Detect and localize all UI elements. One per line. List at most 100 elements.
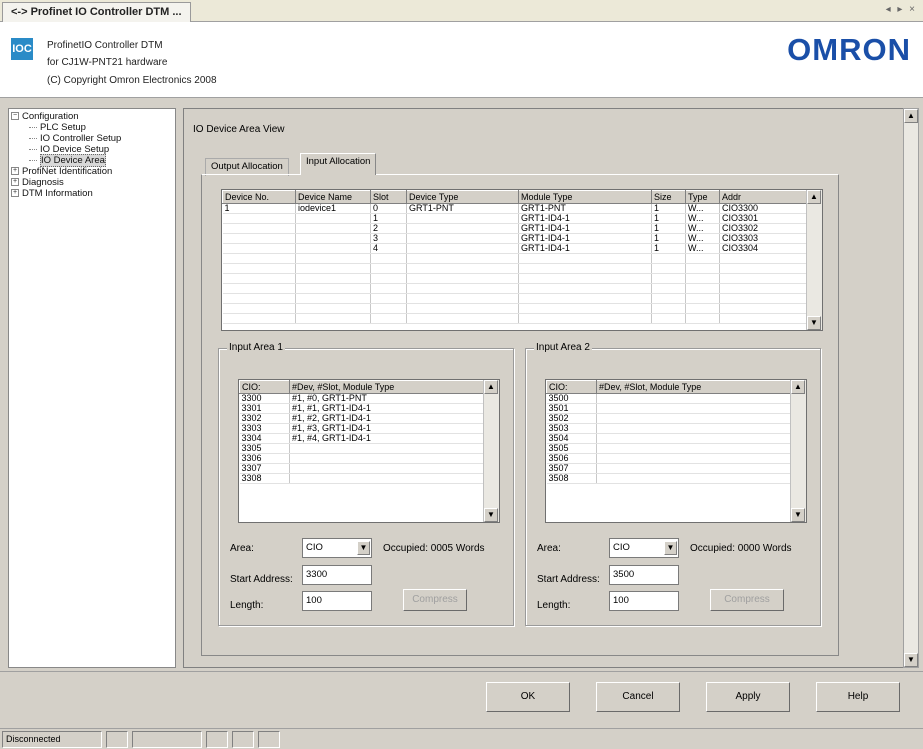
- table-cell: [406, 213, 519, 224]
- scroll-up-icon[interactable]: ▲: [484, 380, 498, 394]
- window-controls[interactable]: ◂ ▸ ×: [886, 4, 917, 15]
- table-row[interactable]: [222, 273, 809, 284]
- table-cell: 1: [651, 233, 686, 244]
- column-header[interactable]: #Dev, #Slot, Module Type: [596, 380, 793, 394]
- scroll-up-icon[interactable]: ▲: [904, 109, 918, 123]
- tree-item-io-device-area[interactable]: IO Device Area: [11, 154, 175, 167]
- table-row[interactable]: 4 GRT1-ID4-1 1 W... CIO3304: [222, 243, 809, 254]
- table-cell: 1: [651, 223, 686, 234]
- table-cell: 3: [370, 233, 407, 244]
- table-row[interactable]: 1 GRT1-ID4-1 1 W... CIO3301: [222, 213, 809, 224]
- tree-item-io-controller-setup[interactable]: IO Controller Setup: [11, 133, 175, 144]
- expand-icon[interactable]: +: [11, 167, 19, 176]
- start-address-label: Start Address:: [230, 574, 293, 585]
- scroll-up-icon[interactable]: ▲: [791, 380, 805, 394]
- table-cell: 3300: [239, 393, 290, 404]
- column-header[interactable]: CIO:: [239, 380, 290, 394]
- table-cell: [685, 273, 720, 284]
- table-row[interactable]: 3304 #1, #4, GRT1-ID4-1: [239, 433, 486, 444]
- table-scrollbar[interactable]: ▲ ▼: [806, 190, 822, 330]
- navigation-tree: − Configuration PLC Setup IO Controller S…: [8, 108, 176, 668]
- scroll-down-icon[interactable]: ▼: [791, 508, 805, 522]
- area-select[interactable]: CIO ▼: [302, 538, 372, 558]
- table-cell: 3301: [239, 403, 290, 414]
- compress-button[interactable]: Compress: [403, 589, 467, 611]
- table-row[interactable]: 3308: [239, 473, 486, 484]
- column-header[interactable]: Device No.: [222, 190, 296, 204]
- expand-icon[interactable]: +: [11, 189, 19, 198]
- column-header[interactable]: Size: [651, 190, 686, 204]
- area-select[interactable]: CIO ▼: [609, 538, 679, 558]
- table-row[interactable]: 3508: [546, 473, 793, 484]
- chevron-down-icon[interactable]: ▼: [664, 541, 677, 555]
- collapse-icon[interactable]: −: [11, 112, 19, 121]
- column-header[interactable]: Slot: [370, 190, 407, 204]
- tab-input-allocation[interactable]: Input Allocation: [300, 153, 377, 175]
- table-row[interactable]: 3504: [546, 433, 793, 444]
- table-row[interactable]: 3507: [546, 463, 793, 474]
- start-address-input[interactable]: 3500: [609, 565, 679, 585]
- cancel-button[interactable]: Cancel: [596, 682, 680, 712]
- scroll-down-icon[interactable]: ▼: [807, 316, 821, 330]
- table-row[interactable]: 3307: [239, 463, 486, 474]
- table-row[interactable]: 3306: [239, 453, 486, 464]
- column-header[interactable]: CIO:: [546, 380, 597, 394]
- table-row[interactable]: 3502: [546, 413, 793, 424]
- table-row[interactable]: [222, 263, 809, 274]
- table-row[interactable]: 3303 #1, #3, GRT1-ID4-1: [239, 423, 486, 434]
- table-row[interactable]: [222, 283, 809, 294]
- table-row[interactable]: [222, 313, 809, 324]
- table-row[interactable]: [222, 303, 809, 314]
- table-cell: [518, 283, 652, 294]
- expand-icon[interactable]: +: [11, 178, 19, 187]
- table-cell: 3305: [239, 443, 290, 454]
- table-row[interactable]: 3305: [239, 443, 486, 454]
- tree-item-plc-setup[interactable]: PLC Setup: [11, 122, 175, 133]
- table-row[interactable]: 3300 #1, #0, GRT1-PNT: [239, 393, 486, 404]
- table-cell: W...: [685, 243, 720, 254]
- column-header[interactable]: Device Type: [406, 190, 519, 204]
- list-scrollbar[interactable]: ▲ ▼: [790, 380, 806, 522]
- tree-item-dtm-information[interactable]: + DTM Information: [11, 188, 175, 199]
- tree-item-configuration[interactable]: − Configuration: [11, 111, 175, 122]
- tree-item-profinet-identification[interactable]: + ProfiNet Identification: [11, 166, 175, 177]
- table-row[interactable]: 3302 #1, #2, GRT1-ID4-1: [239, 413, 486, 424]
- list-scrollbar[interactable]: ▲ ▼: [483, 380, 499, 522]
- scroll-down-icon[interactable]: ▼: [484, 508, 498, 522]
- ok-button[interactable]: OK: [486, 682, 570, 712]
- column-header[interactable]: Device Name: [295, 190, 371, 204]
- tree-item-diagnosis[interactable]: + Diagnosis: [11, 177, 175, 188]
- table-row[interactable]: 1 iodevice1 0 GRT1-PNT GRT1-PNT 1 W... CIO3300: [222, 203, 809, 214]
- column-header[interactable]: Module Type: [518, 190, 652, 204]
- table-row[interactable]: 3503: [546, 423, 793, 434]
- table-row[interactable]: 3501: [546, 403, 793, 414]
- table-cell: [719, 273, 809, 284]
- table-row[interactable]: [222, 253, 809, 264]
- scroll-down-icon[interactable]: ▼: [904, 653, 918, 667]
- table-row[interactable]: 3506: [546, 453, 793, 464]
- window-tab[interactable]: <-> Profinet IO Controller DTM ...: [2, 2, 191, 22]
- length-input[interactable]: 100: [302, 591, 372, 611]
- main-scrollbar[interactable]: ▲ ▼: [903, 108, 919, 668]
- table-row[interactable]: 3500: [546, 393, 793, 404]
- table-cell: [295, 263, 371, 274]
- table-row[interactable]: [222, 293, 809, 304]
- column-header[interactable]: Addr: [719, 190, 809, 204]
- table-row[interactable]: 3505: [546, 443, 793, 454]
- scroll-up-icon[interactable]: ▲: [807, 190, 821, 204]
- table-row[interactable]: 2 GRT1-ID4-1 1 W... CIO3302: [222, 223, 809, 234]
- apply-button[interactable]: Apply: [706, 682, 790, 712]
- compress-button[interactable]: Compress: [710, 589, 784, 611]
- table-cell: [685, 303, 720, 314]
- table-cell: [518, 273, 652, 284]
- table-row[interactable]: 3301 #1, #1, GRT1-ID4-1: [239, 403, 486, 414]
- column-header[interactable]: Type: [685, 190, 720, 204]
- length-input[interactable]: 100: [609, 591, 679, 611]
- table-row[interactable]: 3 GRT1-ID4-1 1 W... CIO3303: [222, 233, 809, 244]
- column-header[interactable]: #Dev, #Slot, Module Type: [289, 380, 486, 394]
- help-button[interactable]: Help: [816, 682, 900, 712]
- start-address-input[interactable]: 3300: [302, 565, 372, 585]
- ioc-logo-icon: IOC: [11, 38, 33, 60]
- chevron-down-icon[interactable]: ▼: [357, 541, 370, 555]
- status-cell: [206, 731, 228, 748]
